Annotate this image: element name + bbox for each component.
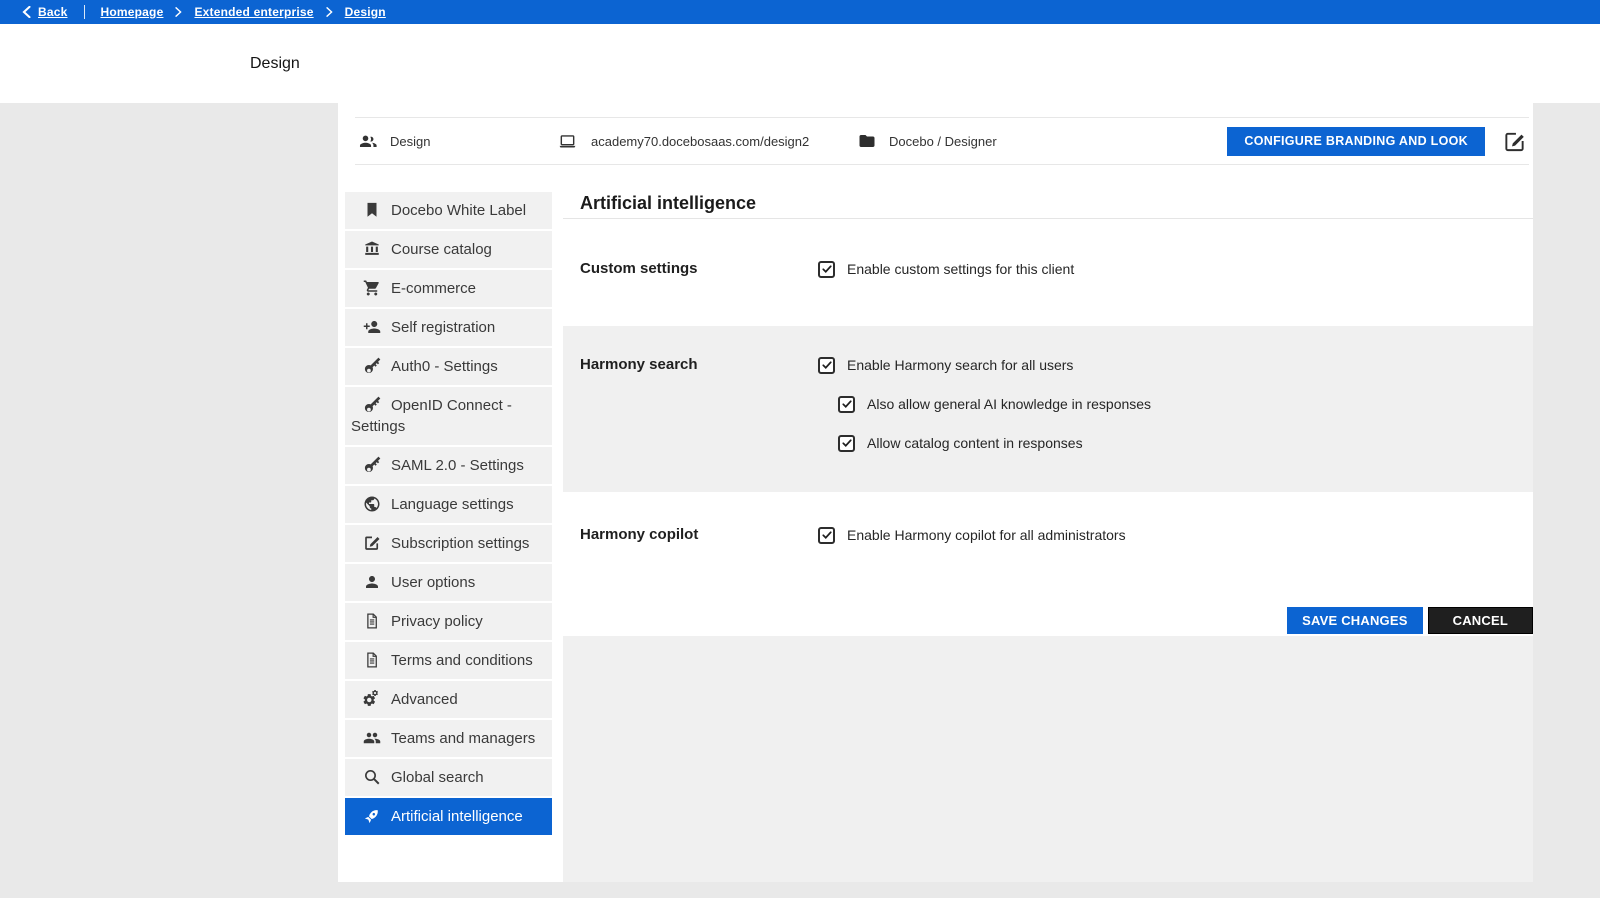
sidebar-item-privacy-policy[interactable]: Privacy policy xyxy=(345,603,552,640)
globe-icon xyxy=(363,496,391,513)
document-icon xyxy=(363,652,391,669)
custom-settings-label: Custom settings xyxy=(563,259,818,279)
sidebar-item-terms-and-conditions[interactable]: Terms and conditions xyxy=(345,642,552,679)
catalog-content-checkbox[interactable] xyxy=(838,435,855,452)
ai-settings-panel: Artificial intelligence Custom settings … xyxy=(563,192,1533,882)
back-chevron-icon xyxy=(22,6,31,18)
cancel-button[interactable]: CANCEL xyxy=(1428,607,1533,634)
checkbox-label: Also allow general AI knowledge in respo… xyxy=(867,396,1151,412)
search-icon xyxy=(363,769,391,786)
bookmark-icon xyxy=(363,202,391,219)
configure-branding-button[interactable]: CONFIGURE BRANDING AND LOOK xyxy=(1227,127,1485,156)
breadcrumb-bar: Back Homepage Extended enterprise Design xyxy=(0,0,1600,24)
document-icon xyxy=(363,613,391,630)
gears-icon xyxy=(363,691,391,708)
sidebar-item-docebo-white-label[interactable]: Docebo White Label xyxy=(345,192,552,229)
sidebar-item-openid-connect-settings[interactable]: OpenID Connect - Settings xyxy=(345,387,552,445)
page-header: Design xyxy=(0,24,1600,103)
enable-harmony-search-checkbox[interactable] xyxy=(818,357,835,374)
client-url: academy70.docebosaas.com/design2 xyxy=(591,134,809,149)
general-ai-knowledge-row: Also allow general AI knowledge in respo… xyxy=(838,394,1533,414)
laptop-icon xyxy=(557,132,578,151)
section-title: Artificial intelligence xyxy=(563,192,1533,219)
sidebar-item-auth0-settings[interactable]: Auth0 - Settings xyxy=(345,348,552,385)
harmony-search-section: Harmony search Enable Harmony search for… xyxy=(563,326,1533,492)
chevron-right-icon xyxy=(326,7,333,17)
client-path: Docebo / Designer xyxy=(889,134,997,149)
key-icon xyxy=(363,358,391,375)
client-path-group: Docebo / Designer xyxy=(858,132,1227,150)
user-icon xyxy=(363,574,391,591)
sidebar-item-self-registration[interactable]: Self registration xyxy=(345,309,552,346)
user-plus-icon xyxy=(363,319,391,336)
sidebar-item-user-options[interactable]: User options xyxy=(345,564,552,601)
settings-sidebar: Docebo White Label Course catalog E-comm… xyxy=(345,192,552,882)
folder-icon xyxy=(858,132,876,150)
design-card: Design academy70.docebosaas.com/design2 … xyxy=(338,103,1533,882)
page-title: Design xyxy=(0,55,300,73)
client-name-group: Design xyxy=(355,132,557,151)
checkbox-label: Enable Harmony search for all users xyxy=(847,357,1073,373)
enable-custom-settings-checkbox[interactable] xyxy=(818,261,835,278)
key-icon xyxy=(363,457,391,474)
panel-footer-area xyxy=(563,636,1533,882)
users-icon xyxy=(358,132,377,151)
back-label[interactable]: Back xyxy=(38,5,68,19)
enable-harmony-copilot-row: Enable Harmony copilot for all administr… xyxy=(818,525,1533,545)
sidebar-item-artificial-intelligence[interactable]: Artificial intelligence xyxy=(345,798,552,835)
enable-harmony-search-row: Enable Harmony search for all users xyxy=(818,355,1533,375)
client-url-group: academy70.docebosaas.com/design2 xyxy=(557,132,858,151)
sidebar-item-course-catalog[interactable]: Course catalog xyxy=(345,231,552,268)
edit-icon[interactable] xyxy=(1503,130,1526,153)
form-actions: SAVE CHANGES CANCEL xyxy=(563,607,1533,634)
chevron-right-icon xyxy=(175,7,182,17)
general-ai-knowledge-checkbox[interactable] xyxy=(838,396,855,413)
checkbox-label: Allow catalog content in responses xyxy=(867,435,1083,451)
catalog-icon xyxy=(363,241,391,258)
enable-custom-settings-row: Enable custom settings for this client xyxy=(818,259,1533,279)
harmony-copilot-section: Harmony copilot Enable Harmony copilot f… xyxy=(563,525,1533,545)
pen-square-icon xyxy=(363,535,391,552)
sidebar-item-advanced[interactable]: Advanced xyxy=(345,681,552,718)
rocket-icon xyxy=(363,808,391,825)
catalog-content-row: Allow catalog content in responses xyxy=(838,433,1533,453)
breadcrumb-divider xyxy=(84,5,85,19)
cart-icon xyxy=(363,280,391,297)
sidebar-item-saml-settings[interactable]: SAML 2.0 - Settings xyxy=(345,447,552,484)
sidebar-item-language-settings[interactable]: Language settings xyxy=(345,486,552,523)
checkbox-label: Enable Harmony copilot for all administr… xyxy=(847,527,1126,543)
checkbox-label: Enable custom settings for this client xyxy=(847,261,1074,277)
client-name: Design xyxy=(390,134,430,149)
breadcrumb-extended-enterprise[interactable]: Extended enterprise xyxy=(194,5,313,19)
sidebar-item-global-search[interactable]: Global search xyxy=(345,759,552,796)
sidebar-item-subscription-settings[interactable]: Subscription settings xyxy=(345,525,552,562)
enable-harmony-copilot-checkbox[interactable] xyxy=(818,527,835,544)
breadcrumb-design[interactable]: Design xyxy=(345,5,386,19)
content: Docebo White Label Course catalog E-comm… xyxy=(338,192,1533,882)
people-icon xyxy=(363,730,391,747)
harmony-search-label: Harmony search xyxy=(563,355,818,375)
breadcrumb-homepage[interactable]: Homepage xyxy=(101,5,164,19)
back-link[interactable]: Back xyxy=(22,5,68,19)
sidebar-item-e-commerce[interactable]: E-commerce xyxy=(345,270,552,307)
save-changes-button[interactable]: SAVE CHANGES xyxy=(1287,607,1422,634)
key-icon xyxy=(363,397,391,414)
harmony-copilot-label: Harmony copilot xyxy=(563,525,818,545)
custom-settings-section: Custom settings Enable custom settings f… xyxy=(563,259,1533,279)
client-info-bar: Design academy70.docebosaas.com/design2 … xyxy=(355,117,1529,165)
sidebar-item-teams-and-managers[interactable]: Teams and managers xyxy=(345,720,552,757)
